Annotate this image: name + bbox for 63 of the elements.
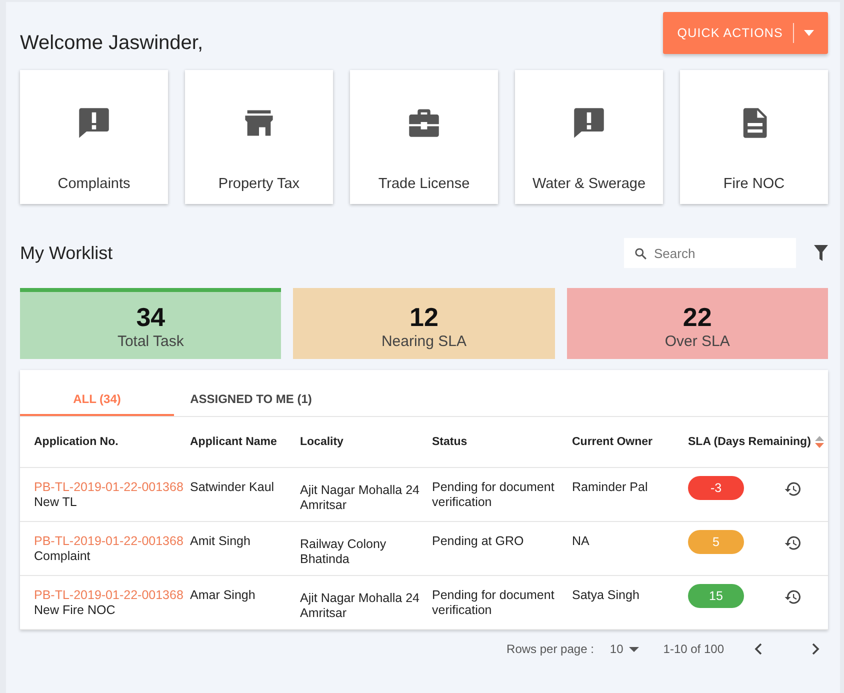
search-field[interactable]: Search (624, 238, 796, 268)
sla-badge: 15 (688, 584, 744, 608)
locality-line: Ajit Nagar Mohalla 24 (300, 591, 421, 606)
stat-value: 34 (136, 302, 166, 332)
locality-line: Railway Colony (300, 537, 388, 552)
stat-card[interactable]: 12 Nearing SLA (293, 288, 555, 359)
column-header[interactable]: Status (432, 436, 572, 448)
history-icon[interactable] (784, 534, 802, 552)
column-header[interactable]: Current Owner (572, 436, 688, 448)
module-card[interactable]: Complaints (20, 70, 168, 204)
column-header[interactable]: Locality (300, 436, 432, 448)
locality-line: Bhatinda (300, 552, 350, 567)
module-card[interactable]: Fire NOC (680, 70, 828, 204)
alert-bubble-icon (572, 106, 606, 140)
locality-line: Amritsar (300, 498, 348, 513)
table-cell-text: Amar Singh (190, 588, 256, 604)
stat-card[interactable]: 22 Over SLA (566, 288, 828, 359)
table-cell-text: Raminder Pal (572, 480, 649, 496)
briefcase-icon (407, 106, 441, 140)
table-cell-text: Satwinder Kaul (190, 480, 276, 496)
stat-label: Nearing SLA (381, 332, 467, 350)
sla-badge: -3 (688, 476, 744, 500)
application-type: New Fire NOC (34, 603, 116, 618)
application-type: Complaint (34, 549, 92, 564)
stat-value: 22 (682, 302, 712, 332)
application-type: New TL (34, 495, 78, 510)
caret-icon (629, 646, 640, 652)
caret-icon (804, 30, 814, 36)
module-card[interactable]: Property Tax (185, 70, 333, 204)
module-label: Property Tax (218, 176, 300, 192)
module-label: Complaints (58, 176, 130, 192)
tab[interactable]: ASSIGNED TO ME (1) (174, 384, 328, 416)
worklist-title: My Worklist (20, 242, 114, 264)
module-label: Trade License (378, 176, 470, 192)
module-card[interactable]: Water & Swerage (515, 70, 663, 204)
rows-per-page-label: Rows per page : (506, 642, 594, 656)
alert-bubble-icon (77, 106, 111, 140)
filter-icon[interactable] (814, 245, 828, 261)
column-header[interactable]: Application No. (34, 436, 190, 448)
table-cell-text: NA (572, 534, 590, 550)
module-label: Water & Swerage (532, 176, 646, 192)
sla-badge: 5 (688, 530, 744, 554)
page-range: 1-10 of 100 (663, 642, 724, 656)
module-card[interactable]: Trade License (350, 70, 498, 204)
module-label: Fire NOC (723, 176, 785, 192)
sort-icon[interactable] (814, 436, 824, 448)
table-cell-text: Satya Singh (572, 588, 640, 604)
column-header[interactable]: Applicant Name (190, 436, 300, 448)
rows-per-page-select[interactable]: 10 (610, 642, 640, 656)
table-cell-text: Amit Singh (190, 534, 252, 550)
table-cell-text: Pending for document verification (432, 588, 556, 619)
locality-line: Amritsar (300, 606, 348, 621)
history-icon[interactable] (784, 588, 802, 606)
stat-label: Over SLA (664, 332, 730, 350)
stat-label: Total Task (117, 332, 184, 350)
welcome-heading: Welcome Jaswinder, (20, 32, 204, 55)
stat-card[interactable]: 34 Total Task (20, 288, 282, 359)
table-cell-text: Pending for document verification (432, 480, 556, 511)
history-icon[interactable] (784, 480, 802, 498)
column-header[interactable]: SLA (Days Remaining) (688, 436, 811, 448)
locality-line: Ajit Nagar Mohalla 24 (300, 483, 421, 498)
table-cell-text: Pending at GRO (432, 534, 525, 550)
stat-value: 12 (410, 302, 438, 332)
